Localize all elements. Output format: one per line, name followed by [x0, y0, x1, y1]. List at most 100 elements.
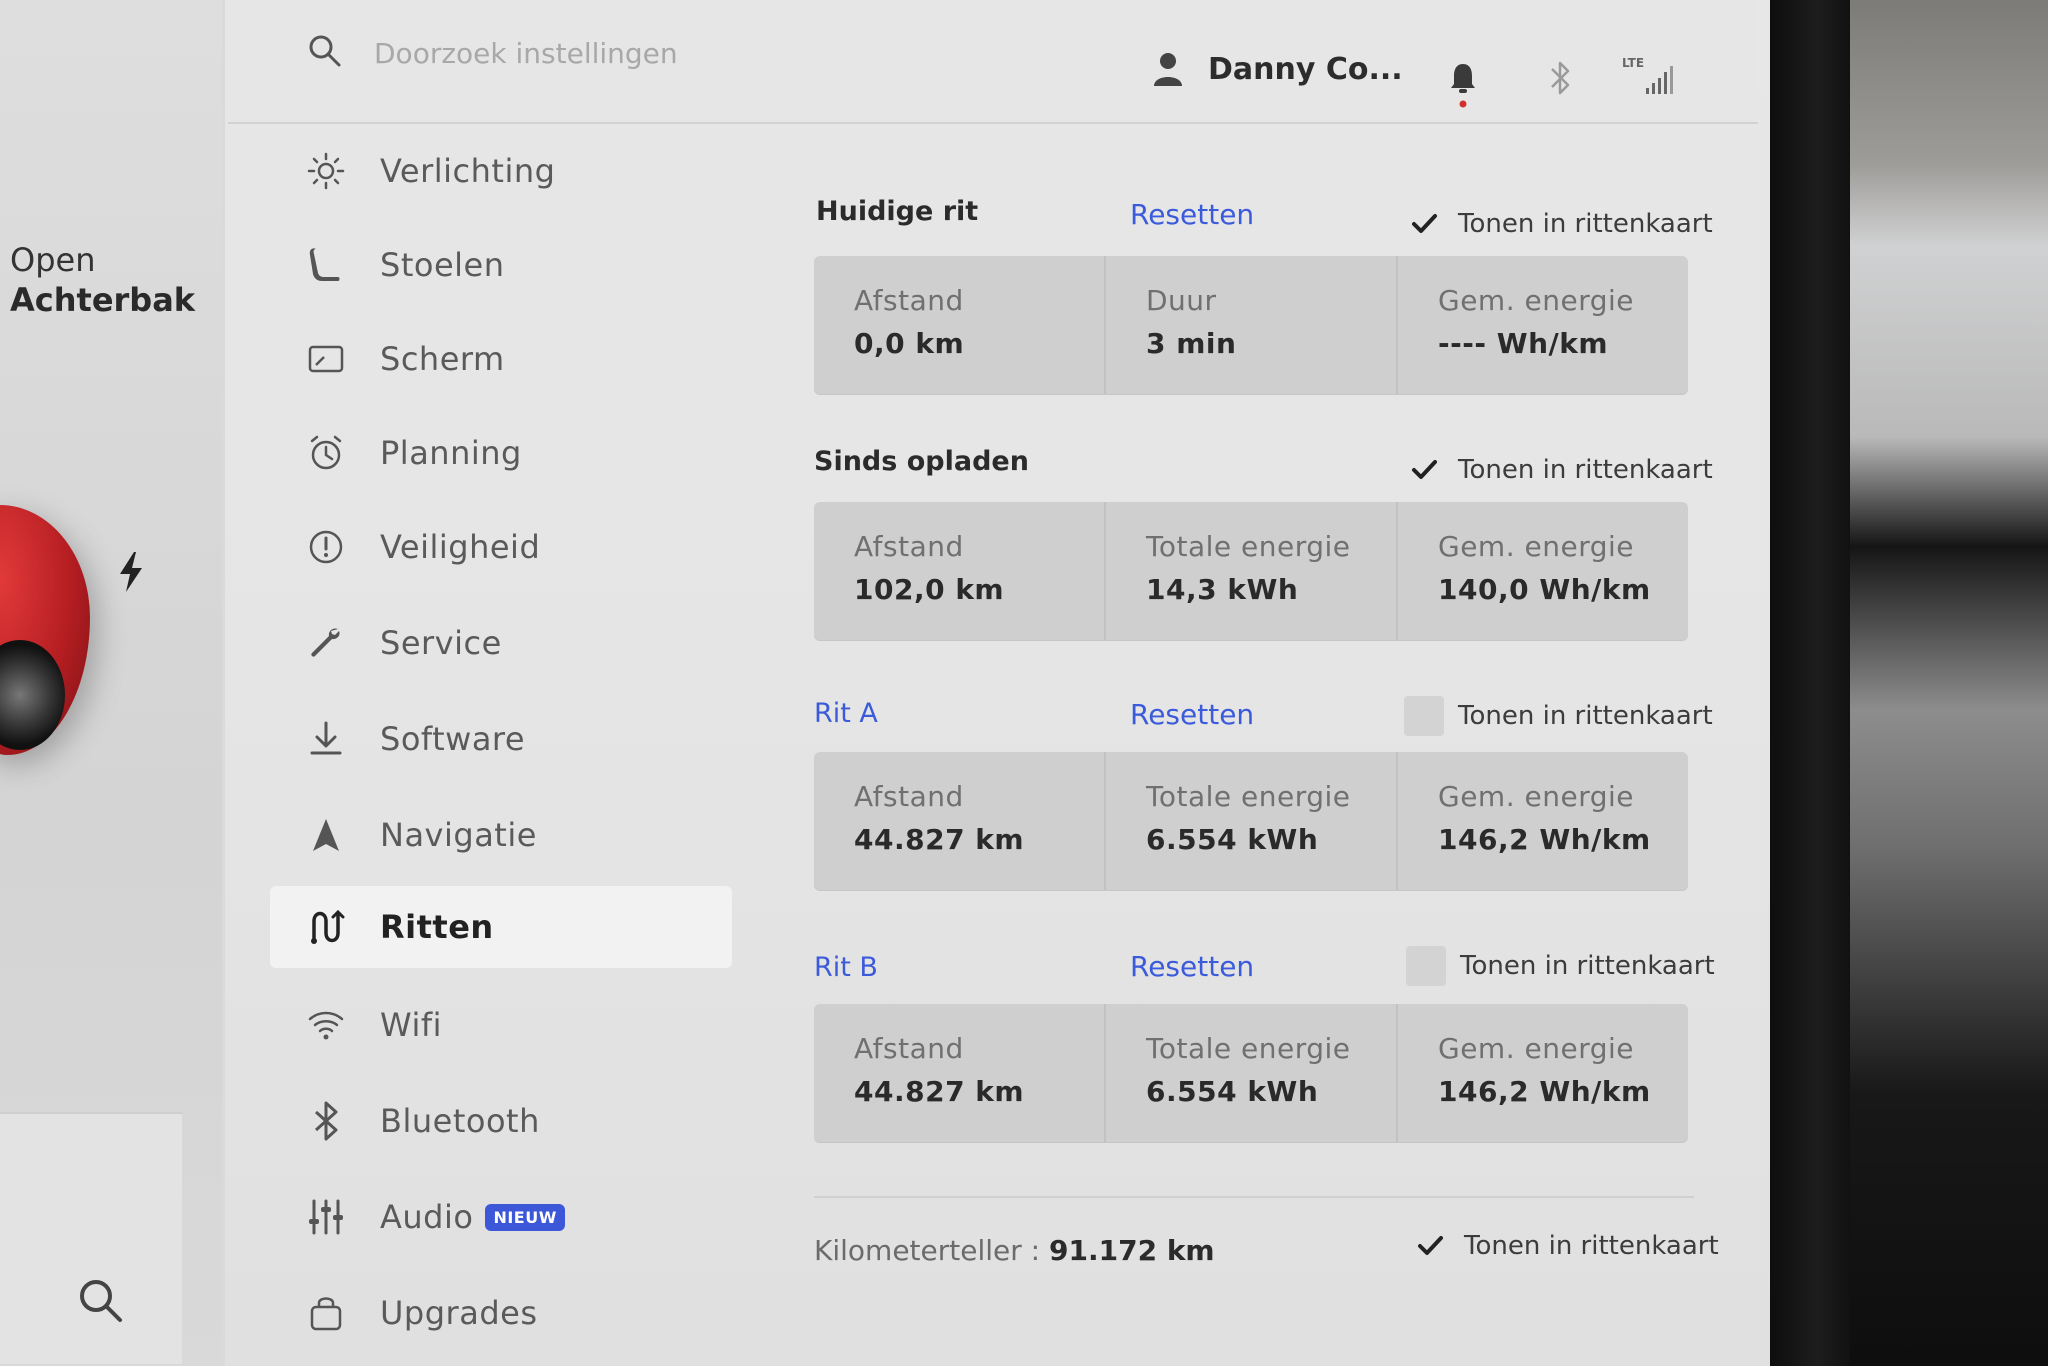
divider: [814, 1196, 1694, 1198]
show-in-trip-card-label: Tonen in rittenkaart: [1458, 209, 1713, 239]
sidebar-item-label: Bluetooth: [380, 1102, 540, 1140]
sidebar-item-stoelen[interactable]: Stoelen: [270, 224, 732, 306]
show-since-charge-toggle[interactable]: Tonen in rittenkaart: [1404, 450, 1713, 490]
reset-current-trip-button[interactable]: Resetten: [1130, 198, 1254, 231]
sidebar-item-navigatie[interactable]: Navigatie: [270, 794, 732, 876]
show-odometer-toggle[interactable]: Tonen in rittenkaart: [1410, 1226, 1719, 1266]
stat-cell: Gem. energie ---- Wh/km: [1398, 256, 1688, 394]
stat-label: Gem. energie: [1438, 780, 1634, 813]
stat-cell: Afstand 44.827 km: [814, 1004, 1106, 1142]
bluetooth-icon[interactable]: [1546, 60, 1574, 96]
trips-icon: [311, 909, 345, 944]
search-icon: [309, 35, 341, 67]
stat-value: 6.554 kWh: [1146, 1075, 1319, 1108]
stat-label: Afstand: [854, 284, 964, 317]
stat-label: Afstand: [854, 1032, 964, 1065]
sidebar-item-label: Audio: [380, 1198, 474, 1236]
checkbox-checked[interactable]: [1404, 450, 1444, 490]
stat-label: Totale energie: [1146, 1032, 1351, 1065]
stat-value: 14,3 kWh: [1146, 573, 1299, 606]
sidebar-item-label: Planning: [380, 434, 522, 472]
sidebar-item-planning[interactable]: Planning: [270, 412, 732, 494]
screen-bezel: [1770, 0, 1850, 1366]
stat-value: 0,0 km: [854, 327, 965, 360]
charging-bolt-icon: [120, 552, 142, 592]
sidebar-item-label: Navigatie: [380, 816, 537, 854]
show-in-trip-card-label: Tonen in rittenkaart: [1464, 1231, 1719, 1261]
sidebar-item-label: Ritten: [380, 908, 494, 946]
show-trip-a-toggle[interactable]: Tonen in rittenkaart: [1404, 696, 1713, 736]
bag-icon: [310, 1297, 342, 1331]
reset-trip-a-button[interactable]: Resetten: [1130, 698, 1254, 731]
display-icon: [308, 345, 344, 373]
trip-b-stats: Afstand 44.827 km Totale energie 6.554 k…: [814, 1004, 1688, 1142]
stat-value: 44.827 km: [854, 823, 1025, 856]
lte-signal-icon: LTE: [1622, 56, 1678, 96]
stat-cell: Totale energie 6.554 kWh: [1106, 752, 1398, 890]
stat-label: Gem. energie: [1438, 284, 1634, 317]
odometer-value: 91.172 km: [1049, 1234, 1215, 1267]
search-input[interactable]: [372, 30, 876, 76]
sidebar-item-veiligheid[interactable]: Veiligheid: [270, 506, 732, 588]
sidebar-item-verlichting[interactable]: Verlichting: [270, 130, 732, 212]
stat-cell: Gem. energie 146,2 Wh/km: [1398, 1004, 1688, 1142]
show-in-trip-card-label: Tonen in rittenkaart: [1460, 951, 1715, 981]
checkbox-unchecked[interactable]: [1404, 696, 1444, 736]
sidebar-item-scherm[interactable]: Scherm: [270, 318, 732, 400]
safety-icon: [309, 530, 343, 564]
stat-value: 146,2 Wh/km: [1438, 823, 1651, 856]
trip-a-stats: Afstand 44.827 km Totale energie 6.554 k…: [814, 752, 1688, 890]
stat-label: Afstand: [854, 780, 964, 813]
stat-cell: Gem. energie 146,2 Wh/km: [1398, 752, 1688, 890]
sidebar-item-service[interactable]: Service: [270, 602, 732, 684]
stat-cell: Afstand 44.827 km: [814, 752, 1106, 890]
wifi-icon: [308, 1011, 344, 1040]
sidebar-item-label: Upgrades: [380, 1294, 538, 1332]
new-badge: NIEUW: [485, 1203, 565, 1231]
sidebar-item-label: Service: [380, 624, 502, 662]
bluetooth-icon: [314, 1101, 338, 1141]
notification-bell-icon[interactable]: [1448, 60, 1478, 110]
car-panel: Open Achterbak: [0, 0, 222, 1366]
sidebar-item-label: Verlichting: [380, 152, 556, 190]
stat-value: 146,2 Wh/km: [1438, 1075, 1651, 1108]
sidebar-item-upgrades[interactable]: Upgrades: [270, 1272, 732, 1354]
section-title-current-trip: Huidige rit: [816, 196, 979, 227]
sidebar-item-software[interactable]: Software: [270, 698, 732, 780]
sidebar-item-label: Scherm: [380, 340, 505, 378]
user-icon[interactable]: [1152, 52, 1184, 86]
sidebar-item-label: Stoelen: [380, 246, 505, 284]
sidebar-item-wifi[interactable]: Wifi: [270, 984, 732, 1066]
stat-value: 44.827 km: [854, 1075, 1025, 1108]
sidebar-item-bluetooth[interactable]: Bluetooth: [270, 1080, 732, 1162]
stat-label: Gem. energie: [1438, 530, 1634, 563]
stat-value: 140,0 Wh/km: [1438, 573, 1651, 606]
show-current-trip-toggle[interactable]: Tonen in rittenkaart: [1404, 204, 1713, 244]
checkbox-unchecked[interactable]: [1406, 946, 1446, 986]
search-icon[interactable]: [76, 1276, 124, 1324]
open-trunk-button[interactable]: Open Achterbak: [10, 240, 195, 320]
section-title-trip-a: Rit A: [814, 698, 878, 729]
trunk-label-open: Open: [10, 241, 96, 279]
stat-label: Afstand: [854, 530, 964, 563]
stat-cell: Afstand 102,0 km: [814, 502, 1106, 640]
checkbox-checked[interactable]: [1410, 1226, 1450, 1266]
odometer: Kilometerteller : 91.172 km: [814, 1234, 1215, 1267]
sidebar-item-ritten[interactable]: Ritten: [270, 886, 732, 968]
current-trip-stats: Afstand 0,0 km Duur 3 min Gem. energie -…: [814, 256, 1688, 394]
reset-trip-b-button[interactable]: Resetten: [1130, 950, 1254, 983]
user-name[interactable]: Danny Co...: [1208, 52, 1403, 87]
odometer-label: Kilometerteller :: [814, 1234, 1050, 1267]
checkbox-checked[interactable]: [1404, 204, 1444, 244]
show-in-trip-card-label: Tonen in rittenkaart: [1458, 701, 1713, 731]
sidebar-item-audio[interactable]: Audio NIEUW: [270, 1176, 732, 1258]
wrench-icon: [311, 628, 340, 657]
show-trip-b-toggle[interactable]: Tonen in rittenkaart: [1406, 946, 1715, 986]
seat-icon: [309, 248, 340, 281]
stat-label: Gem. energie: [1438, 1032, 1634, 1065]
stat-cell: Gem. energie 140,0 Wh/km: [1398, 502, 1688, 640]
stat-label: Totale energie: [1146, 530, 1351, 563]
sidebar-item-label: Veiligheid: [380, 528, 541, 566]
sidebar-item-label: Wifi: [380, 1006, 442, 1044]
stat-label: Totale energie: [1146, 780, 1351, 813]
